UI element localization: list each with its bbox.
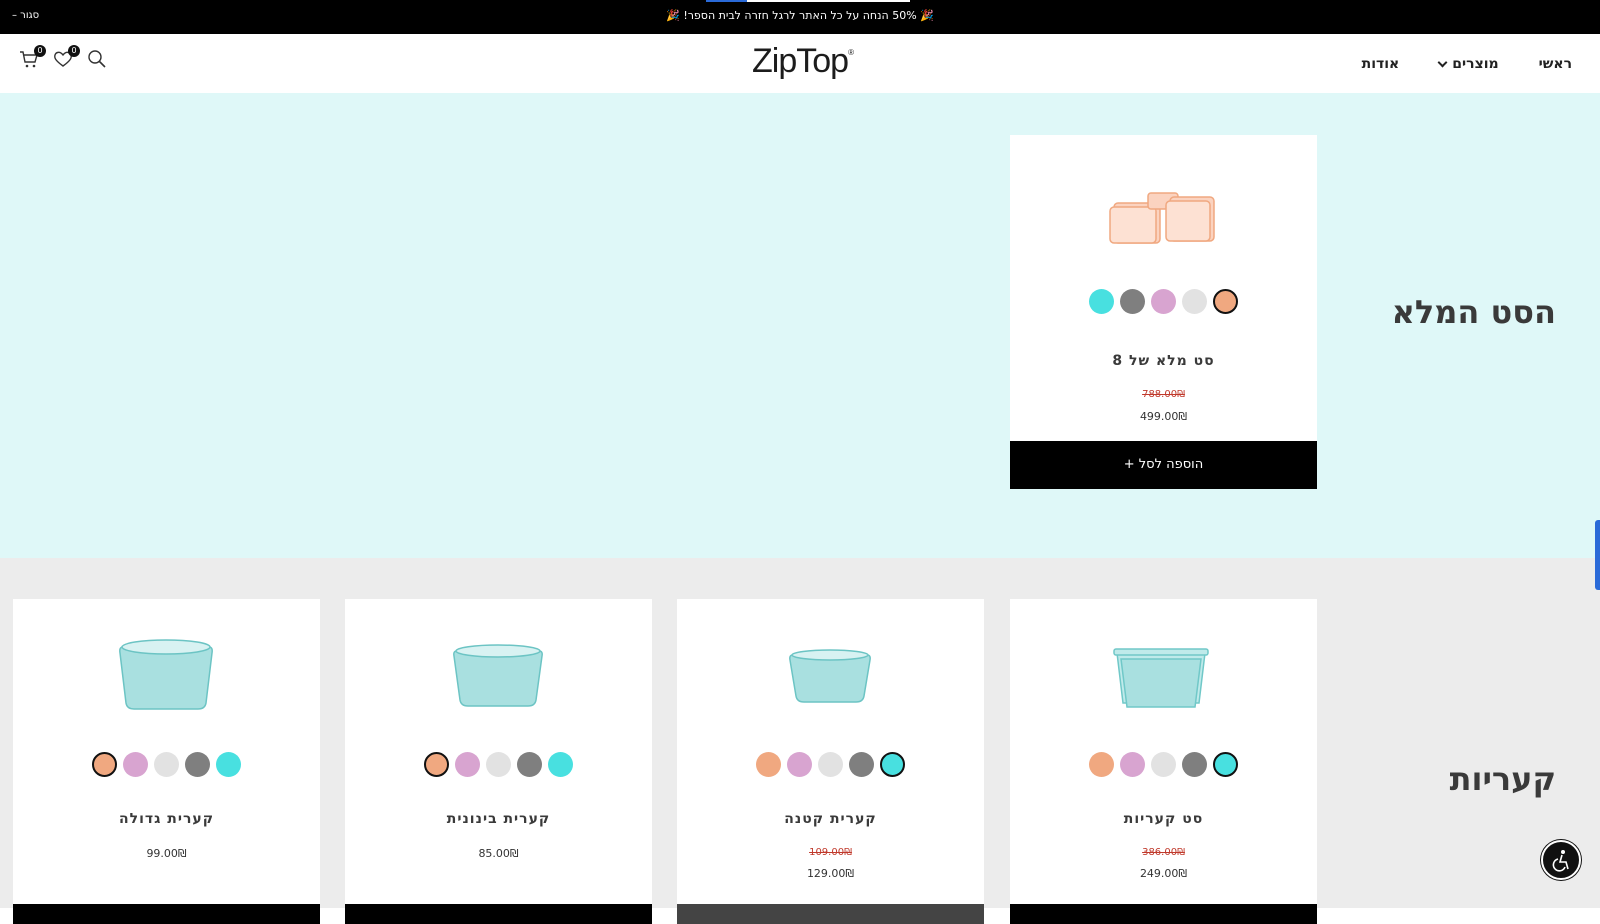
color-swatch-gray[interactable]: [1182, 752, 1207, 777]
containers-section: קעריות סט קעריות 386.00₪ 249.00₪ קערית קטנה…: [0, 558, 1600, 924]
product-name[interactable]: קערית בינונית: [345, 811, 652, 827]
color-swatch-light[interactable]: [486, 752, 511, 777]
old-price: 386.00₪: [1142, 847, 1185, 858]
color-swatch-coral[interactable]: [1213, 289, 1238, 314]
product-name[interactable]: סט קעריות: [1010, 811, 1317, 827]
color-swatch-light[interactable]: [1151, 752, 1176, 777]
promo-bar: 🎉 50% הנחה על כל האתר לרגל חזרה לבית הספ…: [0, 0, 1600, 34]
promo-progress-fill: [706, 0, 747, 2]
nav-products[interactable]: מוצרים: [1437, 56, 1499, 72]
wishlist-count-badge: 0: [68, 45, 80, 57]
add-to-cart-button[interactable]: [1010, 904, 1317, 924]
product-image[interactable]: [13, 635, 320, 735]
add-to-cart-button[interactable]: [677, 904, 984, 924]
color-swatch-pink[interactable]: [1151, 289, 1176, 314]
price: 99.00₪: [146, 847, 187, 860]
header-icons: 0 0: [18, 45, 108, 70]
site-logo[interactable]: ZipTop®: [752, 42, 854, 81]
product-name[interactable]: קערית גדולה: [13, 811, 320, 827]
color-swatches: [677, 752, 984, 777]
section-title: קעריות: [1449, 760, 1556, 798]
search-button[interactable]: [86, 48, 108, 70]
promo-text: 🎉 50% הנחה על כל האתר לרגל חזרה לבית הספ…: [666, 9, 934, 22]
site-header: 0 0 ZipTop® ראשי מוצרים אודות: [0, 34, 1600, 93]
color-swatch-coral[interactable]: [1089, 752, 1114, 777]
product-image[interactable]: [1010, 635, 1317, 735]
nav-about[interactable]: אודות: [1362, 56, 1400, 72]
color-swatch-teal[interactable]: [1089, 289, 1114, 314]
wishlist-button[interactable]: 0: [52, 45, 80, 70]
promo-progress-bar: [706, 0, 910, 2]
color-swatch-gray[interactable]: [849, 752, 874, 777]
color-swatch-coral[interactable]: [424, 752, 449, 777]
price: 129.00₪: [806, 867, 855, 880]
side-tab[interactable]: [1595, 520, 1600, 590]
product-card[interactable]: סט מלא של 8 788.00₪ 499.00₪ הוספה לסל +: [1010, 135, 1317, 489]
nav-home-label: ראשי: [1538, 56, 1572, 72]
section-title: הסט המלא: [1391, 293, 1556, 331]
color-swatch-coral[interactable]: [756, 752, 781, 777]
product-card[interactable]: קערית קטנה 109.00₪ 129.00₪: [677, 599, 984, 924]
promo-close-button[interactable]: סגור –: [12, 10, 39, 21]
product-name[interactable]: סט מלא של 8: [1010, 353, 1317, 369]
color-swatch-teal[interactable]: [216, 752, 241, 777]
product-card[interactable]: קערית בינונית 85.00₪: [345, 599, 652, 924]
color-swatch-pink[interactable]: [787, 752, 812, 777]
price: 85.00₪: [478, 847, 519, 860]
add-to-cart-button[interactable]: הוספה לסל +: [1010, 441, 1317, 489]
accessibility-button[interactable]: [1541, 840, 1581, 880]
color-swatch-teal[interactable]: [1213, 752, 1238, 777]
main-nav: ראשי מוצרים אודות: [1362, 56, 1572, 72]
cart-button[interactable]: 0: [18, 45, 46, 70]
color-swatch-light[interactable]: [818, 752, 843, 777]
color-swatches: [1010, 752, 1317, 777]
search-icon: [88, 50, 106, 68]
full-set-section: הסט המלא סט מלא של 8 788.00₪ 499.00₪ הוס…: [0, 93, 1600, 558]
nav-products-label: מוצרים: [1452, 56, 1499, 72]
accessibility-icon: [1552, 850, 1569, 872]
price: 499.00₪: [1139, 410, 1188, 423]
color-swatch-coral[interactable]: [92, 752, 117, 777]
color-swatch-light[interactable]: [154, 752, 179, 777]
color-swatch-light[interactable]: [1182, 289, 1207, 314]
color-swatch-gray[interactable]: [185, 752, 210, 777]
product-name[interactable]: קערית קטנה: [677, 811, 984, 827]
color-swatches: [1010, 289, 1317, 314]
price: 249.00₪: [1139, 867, 1188, 880]
product-image[interactable]: [677, 635, 984, 735]
nav-about-label: אודות: [1361, 56, 1400, 72]
add-to-cart-button[interactable]: [13, 904, 320, 924]
logo-trademark: ®: [848, 48, 854, 57]
color-swatch-teal[interactable]: [880, 752, 905, 777]
color-swatch-pink[interactable]: [123, 752, 148, 777]
nav-home[interactable]: ראשי: [1539, 56, 1572, 72]
color-swatch-teal[interactable]: [548, 752, 573, 777]
color-swatches: [13, 752, 320, 777]
add-to-cart-button[interactable]: [345, 904, 652, 924]
old-price: 109.00₪: [809, 847, 852, 858]
color-swatch-pink[interactable]: [1120, 752, 1145, 777]
color-swatches: [345, 752, 652, 777]
chevron-down-icon: [1437, 57, 1448, 67]
product-card[interactable]: קערית גדולה 99.00₪: [13, 599, 320, 924]
logo-text: ZipTop: [752, 42, 849, 80]
product-image[interactable]: [1010, 171, 1317, 271]
color-swatch-gray[interactable]: [1120, 289, 1145, 314]
color-swatch-gray[interactable]: [517, 752, 542, 777]
cart-count-badge: 0: [34, 45, 46, 57]
product-image[interactable]: [345, 635, 652, 735]
color-swatch-pink[interactable]: [455, 752, 480, 777]
old-price: 788.00₪: [1142, 389, 1185, 400]
product-card[interactable]: סט קעריות 386.00₪ 249.00₪: [1010, 599, 1317, 924]
